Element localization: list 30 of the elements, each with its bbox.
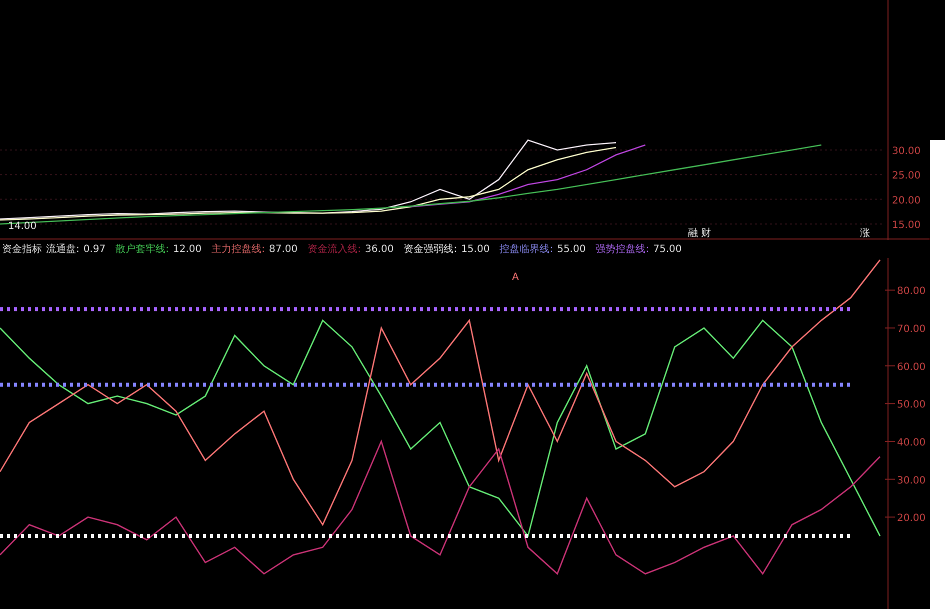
legend-value: 12.00 [173,244,202,254]
legend-label: 流通盘: [46,242,80,256]
axis-tick-label: 40.00 [897,437,926,448]
legend-value: 75.00 [653,244,682,254]
chart-marker-label: 融 财 [688,228,712,239]
chart-marker-label: 14.00 [8,221,37,232]
axis-tick-label: 70.00 [897,324,926,335]
axis-tick-label: 20.00 [892,195,921,206]
legend-value: 55.00 [557,244,586,254]
legend-value: 0.97 [83,244,106,254]
axis-tick-label: 50.00 [897,400,926,411]
legend-label: 控盘临界线: [500,242,554,256]
legend-label: 资金强弱线: [404,242,458,256]
legend-value: 87.00 [269,244,298,254]
legend-label: 散户套牢线: [116,242,170,256]
chart-marker-label: A [512,272,519,283]
axis-tick-label: 60.00 [897,362,926,373]
axis-tick-label: 25.00 [892,170,921,182]
chart-marker-label: 涨 [860,228,870,239]
legend-label: 强势控盘线: [596,242,650,256]
legend-label: 资金流入线: [308,242,362,256]
axis-tick-label: 20.00 [897,513,926,524]
axis-tick-label: 30.00 [897,475,926,486]
indicator-title: 资金指标 [2,242,42,256]
axis-tick-label: 30.00 [892,146,921,157]
axis-tick-label: 80.00 [897,286,926,298]
legend-value: 36.00 [365,244,394,254]
axis-tick-label: 15.00 [892,220,921,231]
legend-value: 15.00 [461,244,490,254]
legend-label: 主力控盘线: [212,242,266,256]
